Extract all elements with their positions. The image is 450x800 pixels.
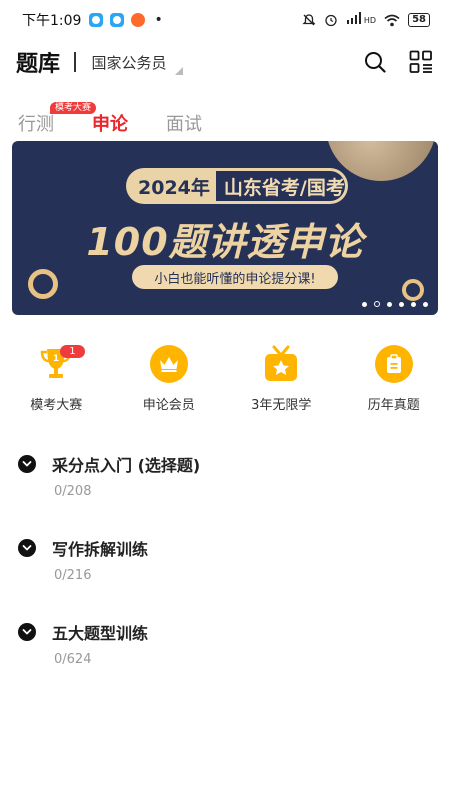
section-progress: 0/208 <box>54 484 92 499</box>
tab-badge: 模考大赛 <box>50 102 97 114</box>
quick-entry-shenlun-member[interactable]: 申论会员 <box>113 344 226 413</box>
mute-bell-icon <box>302 14 316 26</box>
search-button[interactable] <box>362 49 388 75</box>
status-bar: 下午1:09 • HD 58 <box>0 0 450 40</box>
chevron-down-icon[interactable] <box>18 455 36 473</box>
chevron-down-icon[interactable] <box>18 539 36 557</box>
exam-type-label: 国家公务员 <box>91 53 167 72</box>
hd-indicator: HD <box>363 15 377 25</box>
header-divider <box>74 52 76 72</box>
tab-label: 申论 <box>92 114 128 135</box>
quick-icon-wrap <box>374 344 414 384</box>
clipboard-icon <box>374 345 413 383</box>
section-title: 五大题型训练 <box>52 624 149 643</box>
tv-star-icon <box>265 345 298 381</box>
notification-badge: 1 <box>60 345 85 358</box>
practice-section[interactable]: 写作拆解训练 0/216 <box>18 536 438 620</box>
wifi-icon <box>384 14 400 26</box>
grid-list-icon <box>409 50 432 73</box>
tab-xingce[interactable]: 行测 模考大赛 <box>18 102 97 136</box>
banner-headline: 100题讲透申论 <box>86 220 364 264</box>
quick-entry-mock-contest[interactable]: 1 1 模考大赛 <box>0 344 113 413</box>
pagination-dot[interactable] <box>423 301 428 307</box>
header-actions <box>362 49 434 75</box>
dropdown-triangle-icon <box>174 66 183 75</box>
quick-icon-wrap: 1 1 <box>36 344 85 384</box>
tab-label: 面试 <box>166 114 202 135</box>
quick-entry-unlimited[interactable]: 3年无限学 <box>225 344 338 413</box>
search-icon <box>365 52 386 73</box>
section-title: 采分点入门 (选择题) <box>52 456 201 475</box>
svg-text:1: 1 <box>53 354 59 364</box>
alarm-icon <box>325 14 337 27</box>
banner-year: 2024年 <box>138 176 210 199</box>
exam-type-selector[interactable]: 国家公务员 <box>91 52 183 75</box>
tab-shenlun[interactable]: 申论 <box>92 110 128 136</box>
category-grid-button[interactable] <box>408 49 434 75</box>
section-title: 写作拆解训练 <box>52 540 149 559</box>
more-notifications-dot: • <box>154 12 163 28</box>
tab-mianshi[interactable]: 面试 <box>166 110 202 136</box>
pagination-dot-active[interactable] <box>374 301 380 307</box>
quick-entry-label: 历年真题 <box>367 398 420 413</box>
quick-icon-wrap <box>149 344 189 384</box>
status-time: 下午1:09 <box>22 13 82 29</box>
crown-icon <box>149 345 188 383</box>
message-app-icon <box>89 13 104 27</box>
pagination-dot[interactable] <box>387 301 392 307</box>
quick-entry-label: 申论会员 <box>142 398 195 413</box>
page-title: 题库 <box>16 52 61 77</box>
chevron-down-icon[interactable] <box>18 623 36 641</box>
banner-ring-decoration <box>402 279 424 301</box>
quick-icon-wrap <box>261 344 301 384</box>
app-header: 题库 国家公务员 <box>0 42 450 82</box>
banner-tag: 2024年 山东省考/国考 <box>126 168 348 204</box>
practice-sections: 采分点入门 (选择题) 0/208 写作拆解训练 0/216 五大题型训练 0/… <box>18 452 438 704</box>
practice-section[interactable]: 五大题型训练 0/624 <box>18 620 438 704</box>
pagination-dot[interactable] <box>399 301 404 307</box>
banner-ring-decoration <box>28 269 58 299</box>
pagination-dot[interactable] <box>362 301 367 307</box>
quick-entries: 1 1 模考大赛 申论会员 3年无限学 历年真题 <box>0 344 450 413</box>
section-header: 写作拆解训练 <box>18 536 438 560</box>
subject-tabs: 行测 模考大赛 申论 面试 <box>0 100 450 136</box>
section-progress: 0/624 <box>54 652 92 667</box>
signal-icon <box>346 12 362 28</box>
practice-section[interactable]: 采分点入门 (选择题) 0/208 <box>18 452 438 536</box>
quick-entry-label: 3年无限学 <box>251 398 312 413</box>
promo-banner[interactable]: 2024年 山东省考/国考 100题讲透申论 小白也能听懂的申论提分课! <box>12 141 438 315</box>
section-progress: 0/216 <box>54 568 92 583</box>
section-header: 五大题型训练 <box>18 620 438 644</box>
message-app-icon <box>110 13 125 27</box>
status-indicators: HD 58 <box>302 12 430 28</box>
tab-label: 行测 <box>18 114 54 135</box>
section-header: 采分点入门 (选择题) <box>18 452 438 476</box>
quick-entry-label: 模考大赛 <box>30 398 83 413</box>
banner-pagination <box>362 301 428 307</box>
banner-region: 山东省考/国考 <box>215 171 345 201</box>
quick-entry-past-papers[interactable]: 历年真题 <box>338 344 450 413</box>
battery-indicator: 58 <box>408 13 430 27</box>
pagination-dot[interactable] <box>411 301 416 307</box>
banner-subtitle: 小白也能听懂的申论提分课! <box>132 265 338 289</box>
game-app-icon <box>131 13 146 27</box>
